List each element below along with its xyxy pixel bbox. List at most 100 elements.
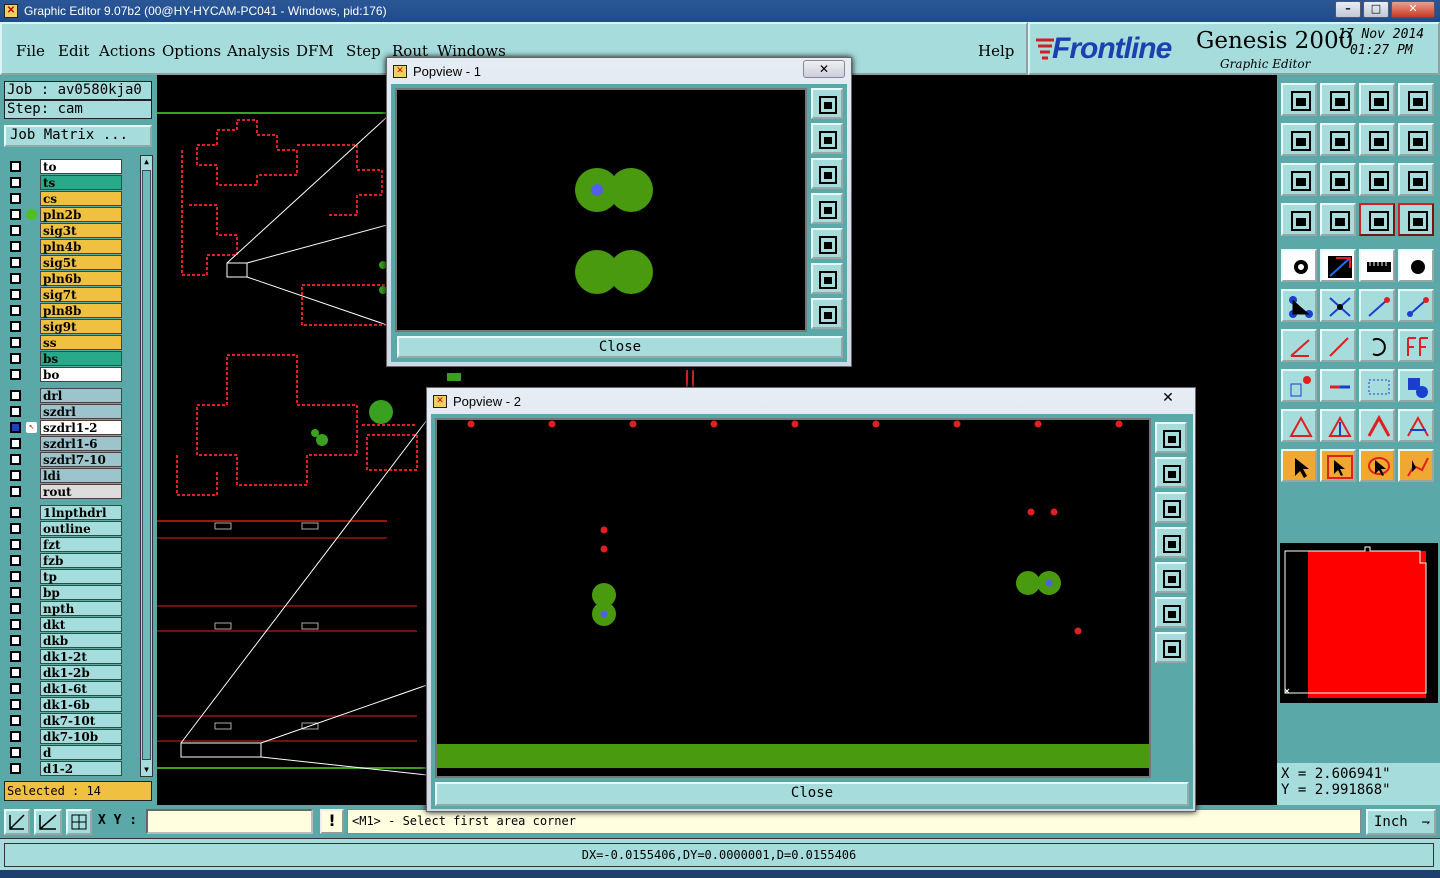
popview-zoom-down-button[interactable]: [1155, 492, 1187, 523]
close-window-button[interactable]: ✕: [1391, 1, 1435, 18]
layer-checkbox[interactable]: [10, 225, 21, 236]
scroll-down-icon[interactable]: ▼: [142, 765, 151, 775]
layer-row-dkt[interactable]: dkt: [8, 617, 124, 632]
tool-line-button[interactable]: [1320, 249, 1356, 282]
layer-checkbox[interactable]: [10, 209, 21, 220]
menu-step[interactable]: Step: [346, 42, 381, 60]
scroll-thumb[interactable]: [142, 170, 151, 760]
popview-zoom-down-button[interactable]: [811, 158, 843, 189]
layer-name[interactable]: dk1-2b: [40, 665, 122, 680]
layer-checkbox[interactable]: [10, 619, 21, 630]
minimize-button[interactable]: –: [1335, 1, 1361, 18]
tool-pointer-button[interactable]: [1281, 449, 1317, 482]
layer-name[interactable]: to: [40, 159, 122, 174]
popview-1-close-x[interactable]: ✕: [803, 60, 845, 78]
popview-pan-left-button[interactable]: [1155, 527, 1187, 558]
layer-row-cs[interactable]: cs: [8, 191, 124, 206]
layer-checkbox[interactable]: [10, 699, 21, 710]
popview-fit-button[interactable]: [811, 263, 843, 294]
maximize-button[interactable]: □: [1363, 1, 1389, 18]
popview-center-button[interactable]: [1155, 632, 1187, 663]
layer-name[interactable]: ss: [40, 335, 122, 350]
board-overview-map[interactable]: [1280, 543, 1438, 703]
tool-dot-button[interactable]: [1398, 249, 1434, 282]
layer-row-szdrl7-10[interactable]: szdrl7-10: [8, 452, 124, 467]
layer-name[interactable]: cs: [40, 191, 122, 206]
layer-name[interactable]: szdrl1-6: [40, 436, 122, 451]
popview-pan-right-button[interactable]: [1155, 562, 1187, 593]
popview-1-canvas[interactable]: [395, 88, 807, 332]
layer-checkbox[interactable]: [10, 305, 21, 316]
layer-name[interactable]: d: [40, 745, 122, 760]
tool-fit-button[interactable]: [1281, 163, 1317, 196]
layer-name[interactable]: tp: [40, 569, 122, 584]
layer-checkbox[interactable]: [10, 683, 21, 694]
layer-checkbox[interactable]: [10, 289, 21, 300]
layer-row-dk1-2b[interactable]: dk1-2b: [8, 665, 124, 680]
layer-checkbox[interactable]: [10, 177, 21, 188]
layer-row-to[interactable]: to: [8, 159, 124, 174]
layer-checkbox[interactable]: [10, 667, 21, 678]
tool-cross-button[interactable]: [1320, 289, 1356, 322]
layer-checkbox[interactable]: [10, 241, 21, 252]
popview-zoom-window-button[interactable]: [811, 88, 843, 119]
layer-checkbox[interactable]: [10, 257, 21, 268]
layer-name[interactable]: outline: [40, 521, 122, 536]
popview-zoom-up-button[interactable]: [1155, 457, 1187, 488]
layer-checkbox[interactable]: [10, 555, 21, 566]
layer-name[interactable]: fzb: [40, 553, 122, 568]
layer-row-fzb[interactable]: fzb: [8, 553, 124, 568]
layer-name[interactable]: dk1-6b: [40, 697, 122, 712]
layer-name[interactable]: fzt: [40, 537, 122, 552]
layer-row-szdrl1-6[interactable]: szdrl1-6: [8, 436, 124, 451]
layer-name[interactable]: pln8b: [40, 303, 122, 318]
menu-analysis[interactable]: Analysis: [227, 42, 290, 60]
layer-name[interactable]: dk7-10b: [40, 729, 122, 744]
layer-name[interactable]: drl: [40, 388, 122, 403]
tool-flip-button[interactable]: [1398, 329, 1434, 362]
layer-checkbox[interactable]: [10, 747, 21, 758]
tool-settings-button[interactable]: [1281, 203, 1317, 236]
tool-arrow-left-button[interactable]: [1281, 123, 1317, 156]
layer-name[interactable]: ldi: [40, 468, 122, 483]
layer-row-ldi[interactable]: ldi: [8, 468, 124, 483]
tool-help-button[interactable]: [1398, 163, 1434, 196]
layer-row-drl[interactable]: drl: [8, 388, 124, 403]
menu-actions[interactable]: Actions: [99, 42, 155, 60]
layer-name[interactable]: szdrl1-2: [40, 420, 122, 435]
layer-checkbox[interactable]: [10, 486, 21, 497]
tool-layers-stack-button[interactable]: [1359, 203, 1395, 236]
layer-row-sig5t[interactable]: sig5t: [8, 255, 124, 270]
layer-row-npth[interactable]: npth: [8, 601, 124, 616]
scroll-up-icon[interactable]: ▲: [142, 157, 151, 167]
layer-list-scrollbar[interactable]: ▲ ▼: [140, 155, 153, 777]
layer-checkbox[interactable]: [10, 406, 21, 417]
layer-row-d[interactable]: d: [8, 745, 124, 760]
layer-checkbox[interactable]: [10, 587, 21, 598]
layer-row-dk1-2t[interactable]: dk1-2t: [8, 649, 124, 664]
tool-minus-button[interactable]: [1320, 369, 1356, 402]
tool-pen-button[interactable]: [1320, 329, 1356, 362]
layer-row-pln6b[interactable]: pln6b: [8, 271, 124, 286]
layer-name[interactable]: dk7-10t: [40, 713, 122, 728]
tool-connect-button[interactable]: [1359, 289, 1395, 322]
tool-triangle-button[interactable]: [1281, 409, 1317, 442]
layer-name[interactable]: sig7t: [40, 287, 122, 302]
layer-name[interactable]: sig9t: [40, 319, 122, 334]
menu-file[interactable]: File: [16, 42, 45, 60]
tool-arrow-right-button[interactable]: [1320, 123, 1356, 156]
layer-row-szdrl1-2[interactable]: ↖ szdrl1-2: [8, 420, 124, 435]
layer-row-bo[interactable]: bo: [8, 367, 124, 382]
layer-checkbox[interactable]: [10, 337, 21, 348]
layer-name[interactable]: pln6b: [40, 271, 122, 286]
layer-checkbox[interactable]: [10, 523, 21, 534]
tool-select-button[interactable]: [1320, 449, 1356, 482]
tool-ruler-button[interactable]: [1359, 249, 1395, 282]
tool-scale-button[interactable]: [1359, 163, 1395, 196]
tool-triangle4-button[interactable]: [1398, 409, 1434, 442]
layer-checkbox[interactable]: [10, 539, 21, 550]
layer-checkbox[interactable]: [10, 763, 21, 774]
layer-name[interactable]: bs: [40, 351, 122, 366]
layer-row-dk7-10b[interactable]: dk7-10b: [8, 729, 124, 744]
layer-name[interactable]: sig3t: [40, 223, 122, 238]
